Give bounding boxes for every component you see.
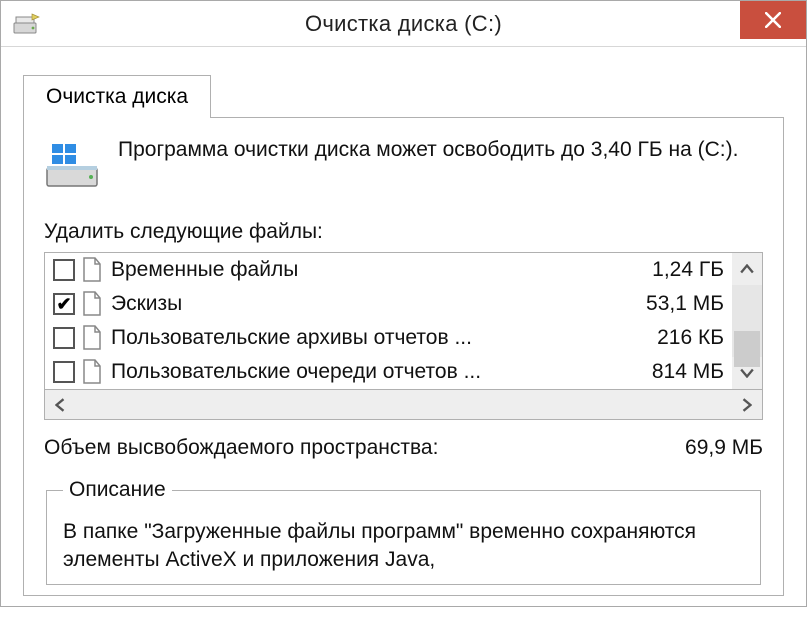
tab-cleanup[interactable]: Очистка диска	[23, 75, 211, 118]
horizontal-scrollbar[interactable]	[44, 390, 763, 420]
checkbox[interactable]: ✔	[53, 293, 75, 315]
summary-row: Программа очистки диска может освободить…	[44, 136, 763, 192]
file-name: Эскизы	[111, 292, 636, 316]
file-icon	[81, 291, 103, 317]
vertical-scrollbar[interactable]	[732, 253, 762, 389]
file-size: 216 КБ	[647, 326, 724, 350]
freeable-space-label: Объем высвобождаемого пространства:	[44, 436, 438, 460]
file-size: 1,24 ГБ	[642, 258, 724, 282]
window-title: Очистка диска (C:)	[1, 11, 806, 37]
file-list[interactable]: Временные файлы1,24 ГБ ✔ Эскизы53,1 МБ Поль…	[45, 253, 732, 389]
list-item[interactable]: Пользовательские архивы отчетов ...216 К…	[45, 321, 732, 355]
description-legend: Описание	[63, 478, 172, 502]
description-group: Описание В папке "Загруженные файлы прог…	[46, 478, 761, 585]
checkbox[interactable]	[53, 259, 75, 281]
list-item[interactable]: Временные файлы1,24 ГБ	[45, 253, 732, 287]
checkbox[interactable]	[53, 361, 75, 383]
scroll-thumb[interactable]	[734, 331, 760, 367]
description-text: В папке "Загруженные файлы программ" вре…	[63, 514, 744, 574]
file-size: 53,1 МБ	[636, 292, 724, 316]
file-icon	[81, 359, 103, 385]
freeable-space-row: Объем высвобождаемого пространства: 69,9…	[44, 420, 763, 478]
summary-text: Программа очистки диска может освободить…	[118, 136, 738, 164]
scroll-left-arrow[interactable]	[45, 390, 75, 419]
content-area: Очистка диска Программа очистки диска мо…	[1, 47, 806, 606]
file-icon	[81, 325, 103, 351]
disk-cleanup-window: Очистка диска (C:) Очистка диска	[0, 0, 807, 607]
scroll-track[interactable]	[732, 285, 762, 357]
close-button[interactable]	[740, 1, 806, 39]
file-name: Временные файлы	[111, 258, 642, 282]
tab-panel: Программа очистки диска может освободить…	[23, 117, 784, 596]
scroll-up-arrow[interactable]	[732, 253, 762, 285]
file-size: 814 МБ	[642, 360, 724, 384]
file-name: Пользовательские архивы отчетов ...	[111, 326, 647, 350]
checkbox[interactable]	[53, 327, 75, 349]
drive-icon	[44, 138, 100, 192]
file-list-label: Удалить следующие файлы:	[44, 220, 763, 244]
list-item[interactable]: Пользовательские очереди отчетов ...814 …	[45, 355, 732, 389]
freeable-space-value: 69,9 МБ	[685, 436, 763, 460]
file-name: Пользовательские очереди отчетов ...	[111, 360, 642, 384]
file-icon	[81, 257, 103, 283]
list-item[interactable]: ✔ Эскизы53,1 МБ	[45, 287, 732, 321]
app-icon	[13, 11, 41, 37]
scroll-right-arrow[interactable]	[732, 390, 762, 419]
titlebar: Очистка диска (C:)	[1, 1, 806, 47]
tab-strip: Очистка диска	[23, 75, 784, 118]
file-list-container: Временные файлы1,24 ГБ ✔ Эскизы53,1 МБ Поль…	[44, 252, 763, 420]
